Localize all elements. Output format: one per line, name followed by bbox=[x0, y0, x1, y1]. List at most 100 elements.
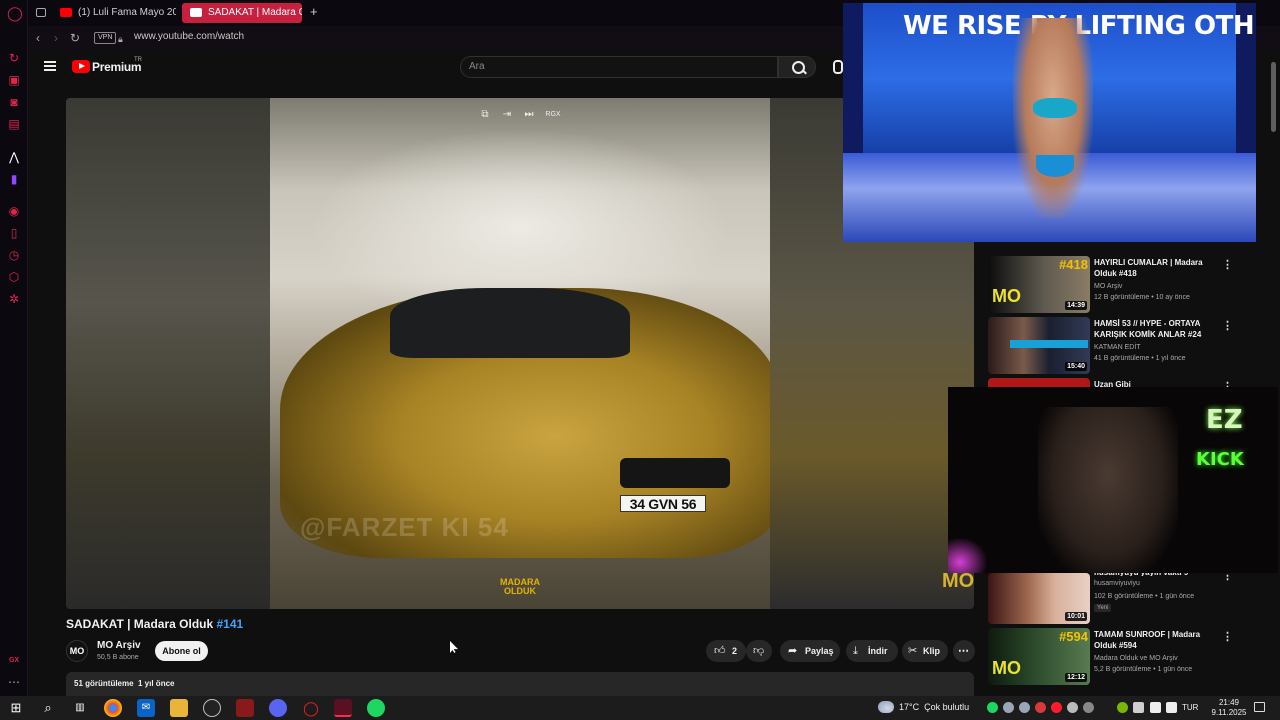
messenger-icon[interactable]: ◙ bbox=[7, 95, 21, 109]
more-vertical-icon[interactable]: ⋮ bbox=[1222, 630, 1233, 643]
rgx-label[interactable]: RGX bbox=[542, 106, 564, 124]
monitor-tray-icon[interactable] bbox=[1133, 702, 1144, 713]
dislike-button[interactable]: 👎︎ bbox=[746, 640, 772, 662]
weather-text[interactable]: 17°C Çok bulutlu bbox=[899, 702, 969, 712]
new-tab-button[interactable]: + bbox=[310, 4, 318, 19]
spotify-tray-icon[interactable] bbox=[987, 702, 998, 713]
tab-sadakat[interactable]: SADAKAT | Madara Ol bbox=[182, 3, 302, 23]
channel-name[interactable]: MO Arşiv bbox=[97, 640, 141, 651]
share-button[interactable]: ➦ Paylaş bbox=[780, 640, 840, 662]
video-hashtag[interactable]: #141 bbox=[217, 617, 244, 631]
antivirus-tray-icon[interactable] bbox=[1035, 702, 1046, 713]
obs-icon[interactable] bbox=[203, 699, 221, 717]
steam-tray-icon[interactable] bbox=[1003, 702, 1014, 713]
discord-tray-icon[interactable] bbox=[1019, 702, 1030, 713]
recommendation-channel[interactable]: MO Arşiv bbox=[1094, 283, 1122, 290]
recommendation-thumbnail[interactable] bbox=[988, 378, 1090, 387]
obs-tray-icon[interactable] bbox=[1083, 702, 1094, 713]
gmail-icon[interactable]: ▤ bbox=[7, 117, 21, 131]
forward-icon[interactable]: › bbox=[54, 31, 58, 45]
search-icon[interactable]: ⌕ bbox=[39, 699, 57, 717]
network-tray-icon[interactable] bbox=[1067, 702, 1078, 713]
more-vertical-icon[interactable]: ⋮ bbox=[1222, 380, 1233, 387]
recommendation-thumbnail[interactable]: MO #418 14:39 bbox=[988, 256, 1090, 313]
bookmark-icon[interactable]: ▯ bbox=[7, 226, 21, 240]
hamburger-menu-icon[interactable] bbox=[44, 61, 56, 71]
task-view-icon[interactable]: ▥ bbox=[71, 699, 89, 717]
subscribe-button[interactable]: Abone ol bbox=[155, 641, 208, 661]
opera-tray-icon[interactable] bbox=[1051, 702, 1062, 713]
recommendation-item[interactable]: MO #594 12:12 TAMAM SUNROOF | Madara Old… bbox=[988, 628, 1260, 686]
url-field[interactable]: www.youtube.com/watch bbox=[134, 31, 244, 42]
opera-logo-icon[interactable]: ◯ bbox=[7, 6, 23, 20]
input-language[interactable]: TUR bbox=[1182, 703, 1198, 712]
opera-icon[interactable]: ◯ bbox=[302, 699, 320, 717]
mouse-cursor-icon bbox=[450, 641, 458, 653]
clock-icon[interactable]: ◷ bbox=[7, 248, 21, 262]
download-button[interactable]: ⤓ İndir bbox=[846, 640, 898, 662]
tab-luli-fama[interactable]: (1) Luli Fama Mayo 2021 bbox=[52, 3, 176, 23]
recommendation-title[interactable]: HAMSİ 53 // HYPE - ORTAYA KARIŞIK KOMİK … bbox=[1094, 318, 1220, 340]
like-button[interactable]: 👍︎ 2 bbox=[706, 640, 746, 662]
more-icon[interactable]: ⋯ bbox=[7, 675, 21, 689]
youtube-logo-icon[interactable] bbox=[72, 60, 90, 73]
overlay-swimwear-top bbox=[1033, 98, 1077, 118]
vpn-badge[interactable]: VPN bbox=[94, 32, 117, 44]
bag-icon[interactable]: ▣ bbox=[7, 73, 21, 87]
more-actions-button[interactable]: ⋯ bbox=[953, 640, 975, 662]
recommendation-meta: 41 B görüntüleme • 1 yıl önce bbox=[1094, 355, 1186, 362]
recommendation-title[interactable]: TAMAM SUNROOF | Madara Olduk #594 bbox=[1094, 629, 1220, 651]
miniplayer-icon[interactable]: ⧉ bbox=[476, 106, 494, 124]
settings-icon[interactable]: ✲ bbox=[7, 292, 21, 306]
history-icon[interactable]: ↻ bbox=[7, 51, 21, 65]
recommendation-thumbnail[interactable]: 15:40 bbox=[988, 317, 1090, 374]
scrollbar-thumb[interactable] bbox=[1271, 62, 1276, 132]
microphone-icon[interactable] bbox=[828, 59, 844, 75]
lock-icon[interactable]: 🔒︎ bbox=[118, 32, 123, 46]
player-icon[interactable]: ◉ bbox=[7, 204, 21, 218]
video-player[interactable]: 34 GVN 56 @FARZET KI 54 MADARA OLDUK ⧉ ⇥… bbox=[66, 98, 974, 609]
search-icon[interactable] bbox=[778, 56, 816, 78]
opera-gx-icon[interactable] bbox=[334, 699, 352, 717]
nvidia-tray-icon[interactable] bbox=[1117, 702, 1128, 713]
system-clock[interactable]: 21:49 9.11.2025 bbox=[1206, 698, 1252, 718]
more-vertical-icon[interactable]: ⋮ bbox=[1222, 258, 1233, 271]
clip-button[interactable]: ✂ Klip bbox=[902, 640, 948, 662]
recommendation-channel[interactable]: Madara Olduk ve MO Arşiv bbox=[1094, 655, 1178, 662]
recommendation-item[interactable]: Uzan Gibi ⋮ bbox=[988, 378, 1260, 387]
channel-avatar[interactable]: MO bbox=[66, 640, 88, 662]
outlook-icon[interactable]: ✉ bbox=[137, 699, 155, 717]
recommendation-item[interactable]: 10:01 husamyuyu yayin vakti 9 husamviyuv… bbox=[988, 567, 1260, 625]
recommendation-title[interactable]: HAYIRLI CUMALAR | Madara Olduk #418 bbox=[1094, 257, 1220, 279]
volume-tray-icon[interactable] bbox=[1166, 702, 1177, 713]
file-explorer-icon[interactable] bbox=[170, 699, 188, 717]
recommendation-title[interactable]: Uzan Gibi bbox=[1094, 379, 1220, 387]
clip-label: Klip bbox=[923, 646, 940, 656]
voicemeeter-icon[interactable] bbox=[236, 699, 254, 717]
page-scrollbar[interactable] bbox=[1268, 50, 1278, 696]
recommendation-item[interactable]: MO #418 14:39 HAYIRLI CUMALAR | Madara O… bbox=[988, 256, 1260, 314]
recommendation-item[interactable]: 15:40 HAMSİ 53 // HYPE - ORTAYA KARIŞIK … bbox=[988, 317, 1260, 375]
chrome-icon[interactable] bbox=[104, 699, 122, 717]
discord-icon[interactable] bbox=[269, 699, 287, 717]
picture-in-picture-icon[interactable]: ⇥ bbox=[498, 106, 516, 124]
windows-start-icon[interactable]: ⊞ bbox=[7, 699, 25, 717]
aria-icon[interactable]: ⋀ bbox=[7, 150, 21, 164]
channel-watermark-logo[interactable]: MO bbox=[942, 570, 974, 593]
notification-icon[interactable] bbox=[1254, 702, 1265, 712]
search-input[interactable] bbox=[469, 61, 769, 72]
recommendation-channel[interactable]: KATMAN EDİT bbox=[1094, 344, 1141, 351]
reload-icon[interactable]: ↻ bbox=[70, 31, 80, 45]
tab-overview-icon[interactable] bbox=[36, 8, 46, 17]
recommendation-thumbnail[interactable]: 10:01 bbox=[988, 573, 1090, 624]
recommendation-channel[interactable]: husamviyuviyu bbox=[1094, 580, 1140, 587]
twitch-icon[interactable]: ▮ bbox=[7, 172, 21, 186]
back-icon[interactable]: ‹ bbox=[36, 31, 40, 45]
next-icon[interactable]: ⏭ bbox=[520, 106, 538, 124]
recommendation-thumbnail[interactable]: MO #594 12:12 bbox=[988, 628, 1090, 685]
extensions-icon[interactable]: ⬡ bbox=[7, 270, 21, 284]
wifi-tray-icon[interactable] bbox=[1150, 702, 1161, 713]
spotify-icon[interactable] bbox=[367, 699, 385, 717]
description-box[interactable]: 51 görüntüleme 1 yıl önce bbox=[66, 672, 974, 696]
more-vertical-icon[interactable]: ⋮ bbox=[1222, 319, 1233, 332]
